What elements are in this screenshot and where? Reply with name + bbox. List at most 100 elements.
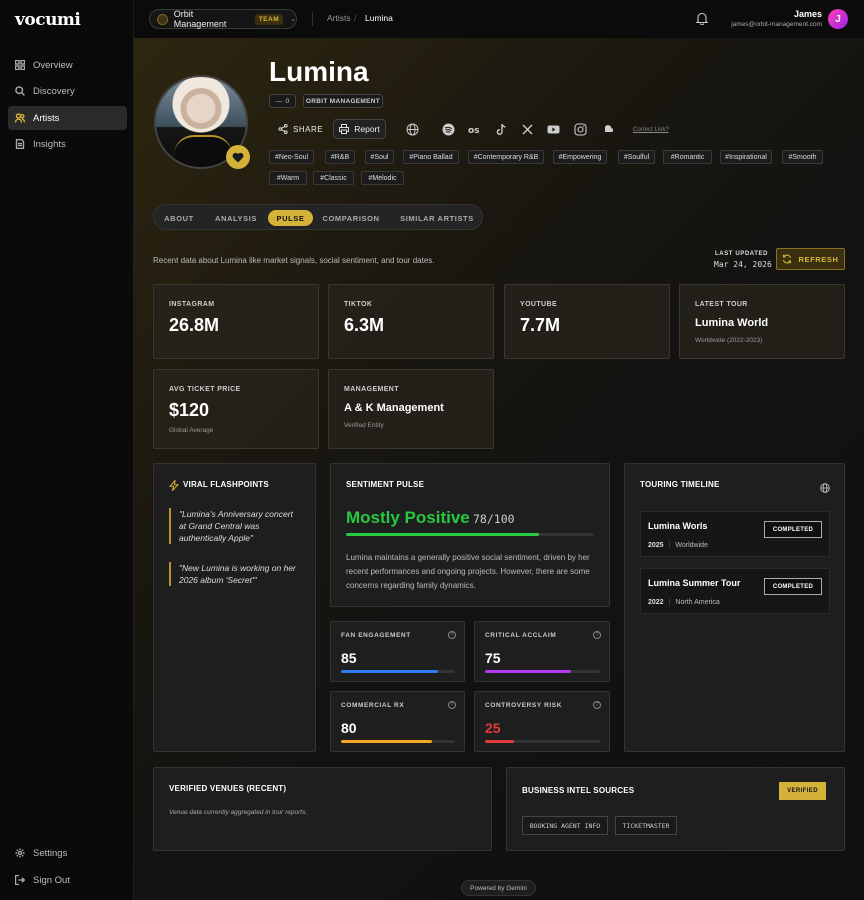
stat-card-management: MANAGEMENT A & K Management Verified Ent… xyxy=(328,369,494,449)
tour-item[interactable]: Lumina Worls 2025 | Worldwide COMPLETED xyxy=(640,511,830,557)
genre-tag[interactable]: #Warm xyxy=(269,171,307,185)
breadcrumb-artists[interactable]: Artists xyxy=(327,13,351,23)
gear-icon xyxy=(15,848,25,858)
tab-comparison[interactable]: COMPARISON xyxy=(321,210,381,226)
metric-value: 75 xyxy=(485,650,501,666)
refresh-label: REFRESH xyxy=(798,254,839,264)
metric-bar xyxy=(341,670,455,673)
favorite-heart-icon[interactable] xyxy=(226,145,250,169)
breadcrumb-separator: / xyxy=(354,13,357,23)
stat-label: MANAGEMENT xyxy=(344,386,399,393)
instagram-icon[interactable] xyxy=(574,123,587,136)
stat-value: A & K Management xyxy=(344,402,444,414)
avatar[interactable]: J xyxy=(828,9,848,29)
grid-icon xyxy=(15,60,25,70)
sidebar-item-discovery[interactable]: Discovery xyxy=(8,79,127,103)
metric-bar xyxy=(341,740,455,743)
genre-tag[interactable]: #Soul xyxy=(365,150,394,164)
tour-year: 2022 xyxy=(648,599,664,606)
globe-icon[interactable] xyxy=(406,123,419,136)
sidebar-item-overview[interactable]: Overview xyxy=(8,53,127,77)
youtube-icon[interactable] xyxy=(547,123,560,136)
metric-label: CONTROVERSY RISK xyxy=(485,702,563,709)
tiktok-icon[interactable] xyxy=(495,123,508,136)
stat-label: TIKTOK xyxy=(344,301,373,308)
metric-label: CRITICAL ACCLAIM xyxy=(485,632,557,639)
metric-bar xyxy=(485,740,600,743)
genre-tag[interactable]: #Soulful xyxy=(618,150,655,164)
tab-similar-artists[interactable]: SIMILAR ARTISTS xyxy=(397,210,477,226)
verified-venues-panel: VERIFIED VENUES (RECENT) Venue data curr… xyxy=(153,767,492,851)
topbar: Orbit Management TEAM ⌄ Artists / Lumina… xyxy=(134,0,864,38)
genre-tag[interactable]: #R&B xyxy=(325,150,355,164)
tour-meta: 2022 | North America xyxy=(648,599,720,606)
correct-link[interactable]: Correct Link? xyxy=(633,127,669,133)
sidebar-item-label: Settings xyxy=(33,847,68,859)
tour-region: Worldwide xyxy=(675,542,708,549)
genre-tag[interactable]: #Contemporary R&B xyxy=(468,150,544,164)
sidebar-item-sign-out[interactable]: Sign Out xyxy=(8,868,127,892)
lastfm-icon[interactable]: os xyxy=(468,123,481,136)
globe-icon[interactable] xyxy=(820,483,830,493)
powered-by-badge: Powered by Gemini xyxy=(461,880,536,896)
tab-analysis[interactable]: ANALYSIS xyxy=(211,210,261,226)
help-icon[interactable]: ? xyxy=(448,701,456,709)
bell-icon[interactable] xyxy=(696,12,708,25)
sidebar-item-insights[interactable]: Insights xyxy=(8,132,127,156)
org-switcher[interactable]: Orbit Management TEAM ⌄ xyxy=(149,9,297,29)
lightning-icon xyxy=(169,480,179,491)
viral-quote: "Lumina's Anniversary concert at Grand C… xyxy=(169,508,299,544)
help-icon[interactable]: ? xyxy=(593,631,601,639)
x-icon[interactable] xyxy=(521,123,534,136)
metric-bar xyxy=(485,670,600,673)
printer-icon xyxy=(339,124,350,134)
share-button[interactable]: SHARE xyxy=(269,124,323,134)
sidebar-item-label: Discovery xyxy=(33,85,75,97)
genre-tag[interactable]: #Smooth xyxy=(782,150,823,164)
touring-title: TOURING TIMELINE xyxy=(640,480,720,489)
divider xyxy=(312,12,313,26)
stat-sub: Worldwide (2022-2023) xyxy=(695,337,763,344)
stat-sub: Verified Entity xyxy=(344,422,384,429)
tab-about[interactable]: ABOUT xyxy=(161,210,197,226)
refresh-button[interactable]: REFRESH xyxy=(776,248,845,270)
tab-pulse[interactable]: PULSE xyxy=(268,210,313,226)
stat-card-latest-tour: LATEST TOUR Lumina World Worldwide (2022… xyxy=(679,284,845,359)
genre-tag[interactable]: #Inspirational xyxy=(720,150,772,164)
tour-item[interactable]: Lumina Summer Tour 2022 | North America CO… xyxy=(640,568,830,614)
help-icon[interactable]: ? xyxy=(593,701,601,709)
last-updated-label: LAST UPDATED xyxy=(715,251,769,257)
genre-tag[interactable]: #Romantic xyxy=(663,150,712,164)
source-chip[interactable]: BOOKING AGENT INFO xyxy=(522,816,608,835)
sidebar-item-artists[interactable]: Artists xyxy=(8,106,127,130)
genre-tag[interactable]: #Classic xyxy=(313,171,354,185)
spotify-icon[interactable] xyxy=(442,123,455,136)
soundcloud-icon[interactable] xyxy=(600,123,613,136)
org-name: Orbit Management xyxy=(173,9,227,29)
metric-value: 80 xyxy=(341,720,357,736)
minus-icon: — xyxy=(275,97,283,105)
sidebar-item-label: Artists xyxy=(33,112,60,124)
genre-tag[interactable]: #Melodic xyxy=(361,171,404,185)
help-icon[interactable]: ? xyxy=(448,631,456,639)
metric-card-commercial-rx: COMMERCIAL RX ? 80 xyxy=(330,691,465,752)
genre-tag[interactable]: #Piano Ballad xyxy=(403,150,459,164)
genre-tag[interactable]: #Empowering xyxy=(553,150,607,164)
app-logo[interactable]: vocumi xyxy=(15,10,81,30)
chevron-down-icon: ⌄ xyxy=(290,16,296,23)
metric-card-critical-acclaim: CRITICAL ACCLAIM ? 75 xyxy=(474,621,610,682)
stat-value: $120 xyxy=(169,400,210,420)
sign-out-icon xyxy=(15,875,25,885)
source-chip[interactable]: TICKETMASTER xyxy=(615,816,677,835)
report-button[interactable]: Report xyxy=(333,119,386,139)
sentiment-title: SENTIMENT PULSE xyxy=(346,480,425,489)
stat-label: AVG TICKET PRICE xyxy=(169,386,241,393)
stat-label: YOUTUBE xyxy=(520,301,558,308)
count-chip[interactable]: — 0 xyxy=(269,94,296,108)
sidebar-item-settings[interactable]: Settings xyxy=(8,841,127,865)
meta-separator: | xyxy=(668,599,671,606)
pulse-description: Recent data about Lumina like market sig… xyxy=(153,256,435,265)
metric-value: 85 xyxy=(341,650,357,666)
venues-note: Venue data currently aggregated in tour … xyxy=(169,809,308,816)
genre-tag[interactable]: #Neo-Soul xyxy=(269,150,314,164)
